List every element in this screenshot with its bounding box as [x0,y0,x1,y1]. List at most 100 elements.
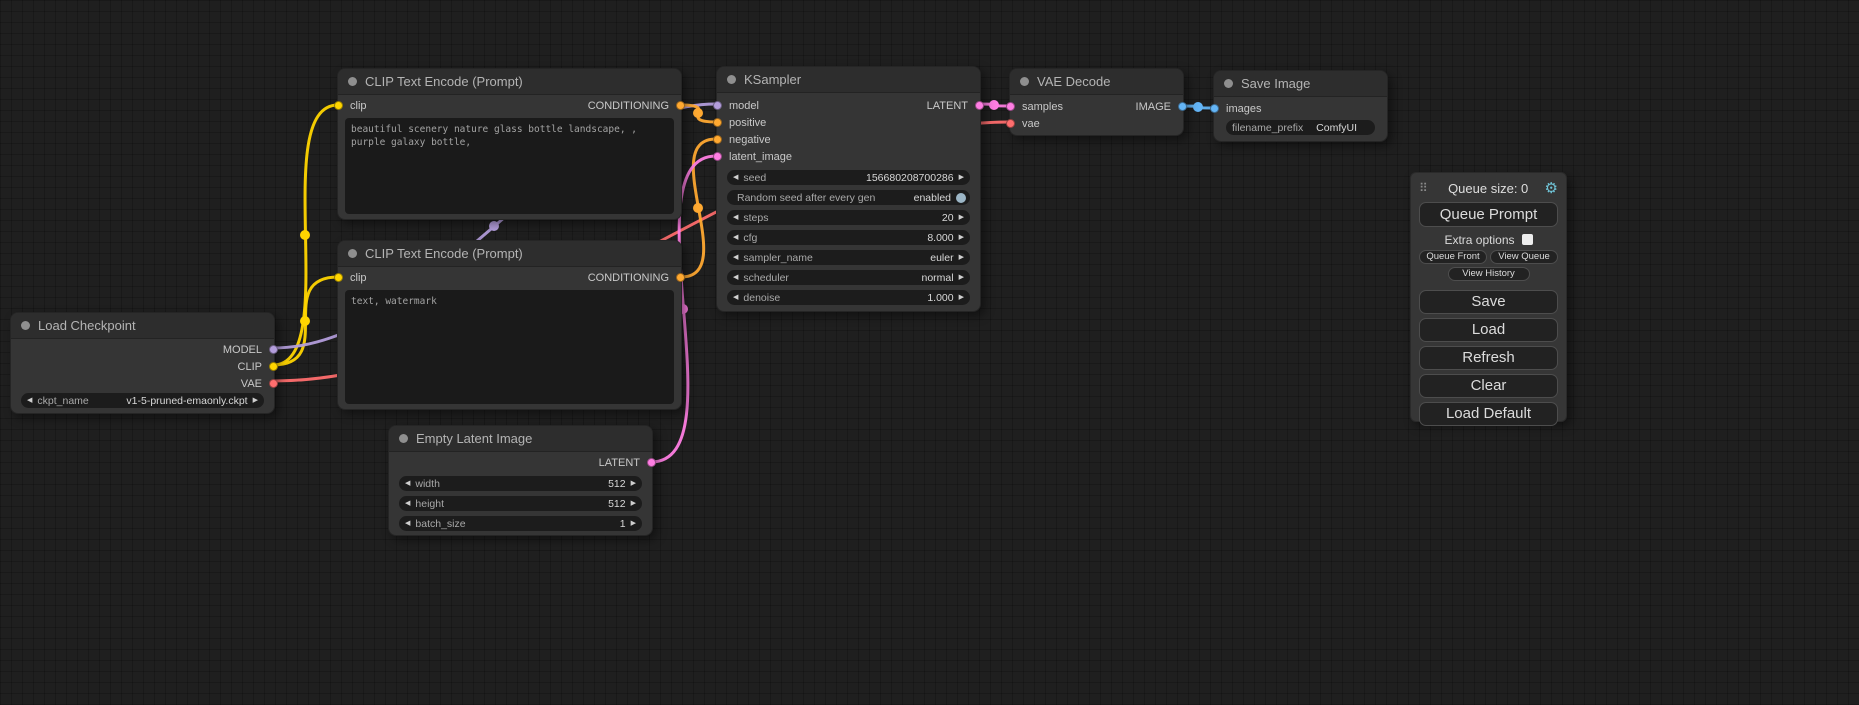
drag-handle-icon[interactable]: ⠿ [1419,181,1428,195]
height-widget[interactable]: ◀ height 512 ▶ [399,496,642,511]
widget-label: height [415,498,444,510]
load-button[interactable]: Load [1419,318,1558,342]
collapse-dot-icon[interactable] [21,321,30,330]
ckpt-name-widget[interactable]: ◀ ckpt_name v1-5-pruned-emaonly.ckpt ▶ [21,393,264,408]
output-port-clip[interactable] [269,362,278,371]
negative-prompt-textarea[interactable]: text, watermark [345,290,674,404]
node-title: Empty Latent Image [416,431,532,446]
seed-widget[interactable]: ◀ seed 156680208700286 ▶ [727,170,970,185]
node-clip-text-encode-negative[interactable]: CLIP Text Encode (Prompt) clip CONDITION… [337,240,682,410]
queue-size-label: Queue size: 0 [1432,181,1545,196]
node-header[interactable]: KSampler [717,67,980,93]
save-button[interactable]: Save [1419,290,1558,314]
increment-arrow-icon[interactable]: ▶ [631,500,636,507]
node-load-checkpoint[interactable]: Load Checkpoint MODEL CLIP VAE [10,312,275,414]
cfg-widget[interactable]: ◀ cfg 8.000 ▶ [727,230,970,245]
view-queue-button[interactable]: View Queue [1490,250,1558,264]
input-port-clip[interactable] [334,101,343,110]
node-clip-text-encode-positive[interactable]: CLIP Text Encode (Prompt) clip CONDITION… [337,68,682,220]
batch-size-widget[interactable]: ◀ batch_size 1 ▶ [399,516,642,531]
output-port-model[interactable] [269,345,278,354]
scheduler-widget[interactable]: ◀ scheduler normal ▶ [727,270,970,285]
widget-label: seed [743,172,766,184]
widget-value: normal [922,272,954,284]
output-label-image: IMAGE [1136,101,1171,113]
collapse-dot-icon[interactable] [348,249,357,258]
output-port-image[interactable] [1178,102,1187,111]
node-header[interactable]: CLIP Text Encode (Prompt) [338,241,681,267]
output-port-vae[interactable] [269,379,278,388]
wire-midpoint-dot [989,100,999,110]
collapse-dot-icon[interactable] [348,77,357,86]
collapse-dot-icon[interactable] [727,75,736,84]
decrement-arrow-icon[interactable]: ◀ [733,274,738,281]
node-ksampler[interactable]: KSampler model LATENT positive [716,66,981,312]
input-port-latent-image[interactable] [713,152,722,161]
queue-prompt-button[interactable]: Queue Prompt [1419,202,1558,227]
decrement-arrow-icon[interactable]: ◀ [733,294,738,301]
node-header[interactable]: Empty Latent Image [389,426,652,452]
positive-prompt-textarea[interactable]: beautiful scenery nature glass bottle la… [345,118,674,214]
node-header[interactable]: Load Checkpoint [11,313,274,339]
clear-button[interactable]: Clear [1419,374,1558,398]
decrement-arrow-icon[interactable]: ◀ [405,520,410,527]
width-widget[interactable]: ◀ width 512 ▶ [399,476,642,491]
input-port-images[interactable] [1210,104,1219,113]
input-port-vae[interactable] [1006,119,1015,128]
increment-arrow-icon[interactable]: ▶ [959,274,964,281]
collapse-dot-icon[interactable] [399,434,408,443]
node-header[interactable]: CLIP Text Encode (Prompt) [338,69,681,95]
widget-value: 512 [608,478,626,490]
sampler-name-widget[interactable]: ◀ sampler_name euler ▶ [727,250,970,265]
filename-prefix-widget[interactable]: filename_prefix ComfyUI [1226,120,1375,135]
decrement-arrow-icon[interactable]: ◀ [405,480,410,487]
increment-arrow-icon[interactable]: ▶ [959,254,964,261]
output-port-latent[interactable] [975,101,984,110]
input-port-model[interactable] [713,101,722,110]
output-port-conditioning[interactable] [676,101,685,110]
collapse-dot-icon[interactable] [1020,77,1029,86]
node-save-image[interactable]: Save Image images filename_prefix ComfyU… [1213,70,1388,142]
decrement-arrow-icon[interactable]: ◀ [27,397,32,404]
increment-arrow-icon[interactable]: ▶ [959,214,964,221]
input-port-positive[interactable] [713,118,722,127]
random-seed-toggle-widget[interactable]: Random seed after every gen enabled [727,190,970,205]
denoise-widget[interactable]: ◀ denoise 1.000 ▶ [727,290,970,305]
view-history-button[interactable]: View History [1448,267,1530,281]
extra-options-checkbox[interactable] [1522,234,1533,245]
steps-widget[interactable]: ◀ steps 20 ▶ [727,210,970,225]
input-port-clip[interactable] [334,273,343,282]
graph-canvas[interactable]: Load Checkpoint MODEL CLIP VAE [0,0,1859,705]
decrement-arrow-icon[interactable]: ◀ [733,254,738,261]
increment-arrow-icon[interactable]: ▶ [959,174,964,181]
node-header[interactable]: VAE Decode [1010,69,1183,95]
increment-arrow-icon[interactable]: ▶ [253,397,258,404]
input-port-samples[interactable] [1006,102,1015,111]
decrement-arrow-icon[interactable]: ◀ [733,174,738,181]
toggle-knob-icon[interactable] [956,193,966,203]
node-vae-decode[interactable]: VAE Decode samples IMAGE vae [1009,68,1184,136]
output-port-conditioning[interactable] [676,273,685,282]
collapse-dot-icon[interactable] [1224,79,1233,88]
queue-front-button[interactable]: Queue Front [1419,250,1487,264]
decrement-arrow-icon[interactable]: ◀ [733,234,738,241]
settings-gear-icon[interactable]: ⚙ [1545,179,1558,197]
node-empty-latent-image[interactable]: Empty Latent Image LATENT ◀ width 512 ▶ … [388,425,653,536]
increment-arrow-icon[interactable]: ▶ [631,520,636,527]
queue-panel: ⠿ Queue size: 0 ⚙ Queue Prompt Extra opt… [1410,172,1567,422]
decrement-arrow-icon[interactable]: ◀ [733,214,738,221]
extra-options-label: Extra options [1444,233,1514,247]
input-label-latent-image: latent_image [729,151,792,163]
output-port-latent[interactable] [647,458,656,467]
increment-arrow-icon[interactable]: ▶ [959,234,964,241]
increment-arrow-icon[interactable]: ▶ [959,294,964,301]
decrement-arrow-icon[interactable]: ◀ [405,500,410,507]
widget-label: width [415,478,440,490]
increment-arrow-icon[interactable]: ▶ [631,480,636,487]
input-port-negative[interactable] [713,135,722,144]
refresh-button[interactable]: Refresh [1419,346,1558,370]
node-header[interactable]: Save Image [1214,71,1387,97]
load-default-button[interactable]: Load Default [1419,402,1558,426]
widget-value: 1 [620,518,626,530]
widget-value: v1-5-pruned-emaonly.ckpt [126,395,247,407]
